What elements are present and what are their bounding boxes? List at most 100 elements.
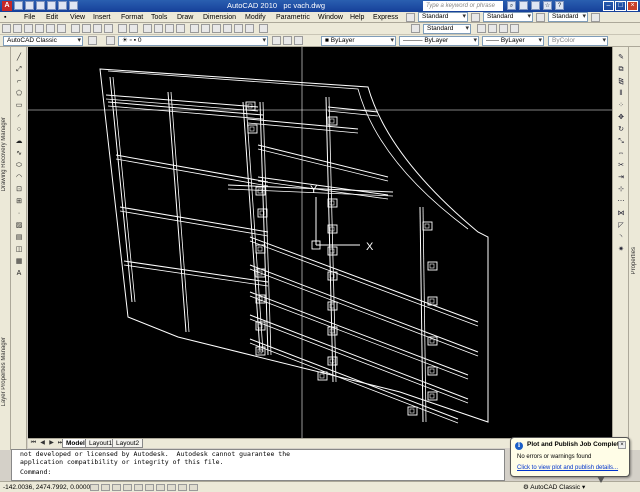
insert-block-icon[interactable]: ⊡ <box>14 185 24 194</box>
app-menu-icon[interactable]: ▪ <box>4 12 6 23</box>
chamfer-icon[interactable]: ◸ <box>616 221 626 230</box>
command-prompt[interactable]: Command: <box>20 468 504 476</box>
ellipse-arc-icon[interactable]: ◠ <box>14 173 24 182</box>
drawing-recovery-manager-label[interactable]: Drawing Recovery Manager <box>1 117 7 191</box>
menu-parametric[interactable]: Parametric <box>276 12 310 23</box>
plot-toolbar-icon[interactable] <box>35 24 44 33</box>
move-icon[interactable]: ✥ <box>616 113 626 122</box>
gradient-icon[interactable]: ▤ <box>14 233 24 242</box>
line-icon[interactable]: ╱ <box>14 53 24 62</box>
plot-icon[interactable] <box>69 1 78 10</box>
autocad-logo-icon[interactable]: A <box>2 1 12 11</box>
publish-icon[interactable] <box>57 24 66 33</box>
layer-manager-icon[interactable] <box>106 36 115 45</box>
extend-icon[interactable]: ⇥ <box>616 173 626 182</box>
layer-combo[interactable]: ☀ ▫ ▪ 0 <box>118 36 268 46</box>
properties-icon[interactable] <box>190 24 199 33</box>
match-properties-icon[interactable] <box>104 24 113 33</box>
polygon-icon[interactable]: ⬠ <box>14 89 24 98</box>
layer-properties-manager-label[interactable]: Layer Properties Manager <box>1 337 7 406</box>
menu-edit[interactable]: Edit <box>46 12 58 23</box>
mleader-add-icon[interactable] <box>477 24 486 33</box>
dim-style-combo[interactable]: Standard <box>483 12 533 22</box>
prev-tab-icon[interactable]: ◀ <box>39 440 46 447</box>
coordinate-readout[interactable]: -142.0036, 2474.7992, 0.0000 <box>3 482 90 492</box>
copy-icon[interactable] <box>82 24 91 33</box>
help-toolbar-icon[interactable] <box>259 24 268 33</box>
rotate-icon[interactable]: ↻ <box>616 125 626 134</box>
search-input[interactable]: Type a keyword or phrase <box>423 1 503 11</box>
make-current-layer-icon[interactable] <box>272 36 281 45</box>
ortho-mode-icon[interactable] <box>112 484 121 491</box>
copy-object-icon[interactable]: ⧉ <box>616 65 626 74</box>
mirror-icon[interactable]: ⧎ <box>616 77 626 86</box>
object-snap-tracking-icon[interactable] <box>145 484 154 491</box>
minimize-button[interactable]: – <box>603 1 614 11</box>
layer-previous-icon[interactable] <box>283 36 292 45</box>
text-style-combo[interactable]: Standard <box>418 12 468 22</box>
workspace-settings-icon[interactable] <box>88 36 97 45</box>
design-center-icon[interactable] <box>201 24 210 33</box>
polyline-icon[interactable]: ⌐ <box>14 77 24 86</box>
table-icon[interactable]: ▦ <box>14 257 24 266</box>
mleader-style-combo[interactable]: Standard <box>423 24 471 34</box>
stretch-icon[interactable]: ⇔ <box>616 149 626 158</box>
circle-icon[interactable]: ○ <box>14 125 24 134</box>
subscription-icon[interactable] <box>519 1 528 10</box>
first-tab-icon[interactable]: ⏮ <box>30 440 37 447</box>
menu-window[interactable]: Window <box>318 12 343 23</box>
redo-icon[interactable] <box>58 1 67 10</box>
zoom-realtime-icon[interactable] <box>154 24 163 33</box>
maximize-button[interactable]: □ <box>615 1 626 11</box>
workspace-switch[interactable]: ⚙ AutoCAD Classic ▾ <box>523 483 585 492</box>
qnew-icon[interactable] <box>2 24 11 33</box>
make-block-icon[interactable]: ⊞ <box>14 197 24 206</box>
lineweight-toggle-icon[interactable] <box>178 484 187 491</box>
command-window[interactable]: not developed or licensed by Autodesk. A… <box>11 449 505 481</box>
explode-icon[interactable]: ✷ <box>616 245 626 254</box>
menu-dimension[interactable]: Dimension <box>203 12 236 23</box>
offset-icon[interactable]: ⫴ <box>616 89 626 98</box>
tab-layout2[interactable]: Layout2 <box>112 439 144 448</box>
menu-format[interactable]: Format <box>121 12 143 23</box>
menu-file[interactable]: File <box>24 12 35 23</box>
snap-mode-icon[interactable] <box>90 484 99 491</box>
join-icon[interactable]: ⋈ <box>616 209 626 218</box>
object-snap-icon[interactable] <box>134 484 143 491</box>
color-combo[interactable]: ■ ByLayer <box>321 36 396 46</box>
arc-icon[interactable]: ◜ <box>14 113 24 122</box>
mleader-align-icon[interactable] <box>499 24 508 33</box>
point-icon[interactable]: · <box>14 209 24 218</box>
save-icon[interactable] <box>36 1 45 10</box>
multiline-text-icon[interactable]: A <box>14 269 24 278</box>
next-tab-icon[interactable]: ▶ <box>48 440 55 447</box>
favorites-star-icon[interactable]: ☆ <box>543 1 552 10</box>
rectangle-icon[interactable]: ▭ <box>14 101 24 110</box>
ellipse-icon[interactable]: ⬭ <box>14 161 24 170</box>
pan-icon[interactable] <box>143 24 152 33</box>
redo-toolbar-icon[interactable] <box>129 24 138 33</box>
zoom-previous-icon[interactable] <box>176 24 185 33</box>
erase-icon[interactable]: ✎ <box>616 53 626 62</box>
sheet-set-icon[interactable] <box>223 24 232 33</box>
communication-icon[interactable] <box>531 1 540 10</box>
polar-tracking-icon[interactable] <box>123 484 132 491</box>
plot-preview-icon[interactable] <box>46 24 55 33</box>
tool-palettes-icon[interactable] <box>212 24 221 33</box>
notification-close-button[interactable]: × <box>618 441 626 449</box>
menu-express[interactable]: Express <box>373 12 398 23</box>
mleader-collect-icon[interactable] <box>510 24 519 33</box>
cut-icon[interactable] <box>71 24 80 33</box>
menu-insert[interactable]: Insert <box>93 12 111 23</box>
undo-icon[interactable] <box>47 1 56 10</box>
revision-cloud-icon[interactable]: ☁ <box>14 137 24 146</box>
workspace-combo[interactable]: AutoCAD Classic <box>3 36 83 46</box>
dynamic-ucs-icon[interactable] <box>156 484 165 491</box>
fillet-icon[interactable]: ◝ <box>616 233 626 242</box>
break-icon[interactable]: ⋯ <box>616 197 626 206</box>
layer-state-icon[interactable] <box>294 36 303 45</box>
region-icon[interactable]: ◫ <box>14 245 24 254</box>
open-file-icon[interactable] <box>25 1 34 10</box>
plot-details-link[interactable]: Click to view plot and publish details..… <box>517 465 618 471</box>
quickcalc-icon[interactable] <box>245 24 254 33</box>
